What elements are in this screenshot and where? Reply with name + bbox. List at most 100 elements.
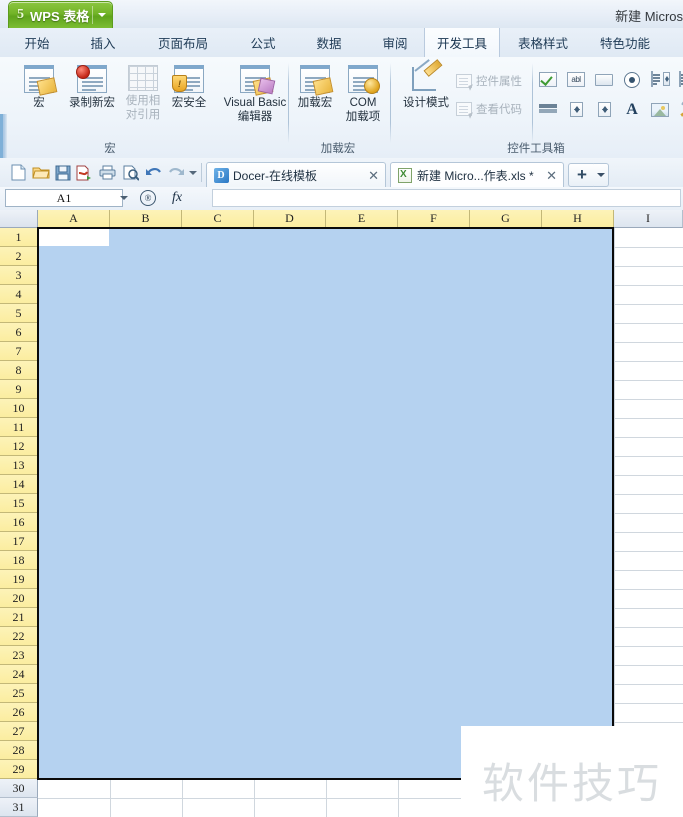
row-header-11[interactable]: 11 [0,418,38,437]
save-file-icon[interactable] [53,163,72,182]
row-header-4[interactable]: 4 [0,285,38,304]
row-header-19[interactable]: 19 [0,570,38,589]
addins-button[interactable]: 加载宏 [292,65,338,110]
doc-tab-docer-close-icon[interactable]: ✕ [368,169,379,182]
row-header-21[interactable]: 21 [0,608,38,627]
row-header-18[interactable]: 18 [0,551,38,570]
spinner-control-icon[interactable] [566,101,586,118]
column-header-c[interactable]: C [182,210,254,228]
insert-function-icon[interactable]: fx [172,190,182,206]
listbox-control-icon[interactable] [650,71,670,88]
ribbon-group-controls-title: 控件工具箱 [507,143,565,155]
row-header-24[interactable]: 24 [0,665,38,684]
row-header-7[interactable]: 7 [0,342,38,361]
tab-developer[interactable]: 开发工具 [424,28,500,58]
textbox-control-icon[interactable]: abl [566,71,586,88]
more-controls-icon[interactable] [678,101,683,118]
tab-page-layout[interactable]: 页面布局 [142,28,224,57]
row-header-10[interactable]: 10 [0,399,38,418]
column-header-a[interactable]: A [38,210,110,228]
row-header-8[interactable]: 8 [0,361,38,380]
ribbon-tab-strip: 开始 插入 页面布局 公式 数据 审阅 视图 开发工具 表格样式 特色功能 [0,28,683,58]
row-header-25[interactable]: 25 [0,684,38,703]
row-header-15[interactable]: 15 [0,494,38,513]
relative-reference-button: 使用相 对引用 [122,65,164,122]
open-file-icon[interactable] [31,163,50,182]
label-control-icon[interactable]: A [622,101,642,118]
app-button-divider [92,6,93,24]
name-box[interactable]: A1 [5,189,123,207]
doc-tab-workbook[interactable]: 新建 Micro...作表.xls * ✕ [390,162,564,188]
row-header-6[interactable]: 6 [0,323,38,342]
row-header-29[interactable]: 29 [0,760,38,779]
column-header-h[interactable]: H [542,210,614,228]
column-header-g[interactable]: G [470,210,542,228]
column-header-b[interactable]: B [110,210,182,228]
scrollbar-control-icon[interactable] [538,101,558,118]
macro-button[interactable]: 宏 [16,65,62,110]
row-header-27[interactable]: 27 [0,722,38,741]
option-button-control-icon[interactable] [622,71,642,88]
tab-table-style[interactable]: 表格样式 [506,28,580,57]
print-icon[interactable] [98,163,117,182]
add-tab-button[interactable]: + [568,163,596,187]
tab-data[interactable]: 数据 [302,28,356,57]
row-header-22[interactable]: 22 [0,627,38,646]
design-mode-button[interactable]: 设计模式 [398,59,454,110]
row-header-13[interactable]: 13 [0,456,38,475]
visual-basic-editor-button[interactable]: Visual Basic 编辑器 [214,65,296,124]
new-file-icon[interactable] [9,163,28,182]
row-header-28[interactable]: 28 [0,741,38,760]
row-header-14[interactable]: 14 [0,475,38,494]
column-header-e[interactable]: E [326,210,398,228]
add-tab-menu-button[interactable] [594,163,609,187]
row-header-3[interactable]: 3 [0,266,38,285]
view-code-label: 查看代码 [476,104,522,116]
row-header-20[interactable]: 20 [0,589,38,608]
combobox-control-icon[interactable] [678,71,683,88]
row-header-5[interactable]: 5 [0,304,38,323]
chevron-down-icon[interactable] [98,13,106,17]
row-header-26[interactable]: 26 [0,703,38,722]
column-header-f[interactable]: F [398,210,470,228]
record-macro-button[interactable]: 录制新宏 [64,65,120,110]
cell-area[interactable]: 软件技巧 [37,227,683,817]
undo-icon[interactable] [144,163,163,182]
row-header-12[interactable]: 12 [0,437,38,456]
row-header-16[interactable]: 16 [0,513,38,532]
name-box-chevron-down-icon[interactable] [120,196,128,200]
button-glyph [595,73,613,86]
button-control-icon[interactable] [594,71,614,88]
column-header-d[interactable]: D [254,210,326,228]
chevron-down-icon [597,173,605,177]
ribbon-group-macro: 宏 录制新宏 使用相 对引用 ! 宏安全 Visual Basic 编辑器 宏 [8,57,286,158]
checkbox-control-icon[interactable] [538,71,558,88]
row-header-1[interactable]: 1 [0,228,38,247]
row-header-23[interactable]: 23 [0,646,38,665]
spinbutton-control-icon[interactable] [594,101,614,118]
doc-tab-workbook-close-icon[interactable]: ✕ [546,169,557,182]
com-addins-button[interactable]: COM 加载项 [340,65,386,124]
row-header-30[interactable]: 30 [0,779,38,798]
formula-input[interactable] [212,189,681,207]
macro-security-button[interactable]: ! 宏安全 [166,65,212,110]
print-preview-icon[interactable] [121,163,140,182]
tab-insert[interactable]: 插入 [76,28,130,57]
quick-access-more-icon[interactable] [189,171,197,175]
row-header-9[interactable]: 9 [0,380,38,399]
tab-start[interactable]: 开始 [10,28,64,57]
tab-review[interactable]: 审阅 [368,28,422,57]
image-control-icon[interactable] [650,101,670,118]
select-all-corner[interactable] [0,210,38,228]
tab-formula[interactable]: 公式 [236,28,290,57]
row-header-17[interactable]: 17 [0,532,38,551]
wps-app-button[interactable]: 5 WPS 表格 [8,1,113,28]
row-header-2[interactable]: 2 [0,247,38,266]
tab-special[interactable]: 特色功能 [588,28,662,57]
insert-name-icon[interactable]: ® [140,190,156,206]
export-pdf-icon[interactable] [75,163,94,182]
doc-tab-docer[interactable]: D Docer-在线模板 ✕ [206,162,386,188]
row-header-31[interactable]: 31 [0,798,38,817]
column-header-i[interactable]: I [614,210,683,228]
redo-icon[interactable] [166,163,185,182]
